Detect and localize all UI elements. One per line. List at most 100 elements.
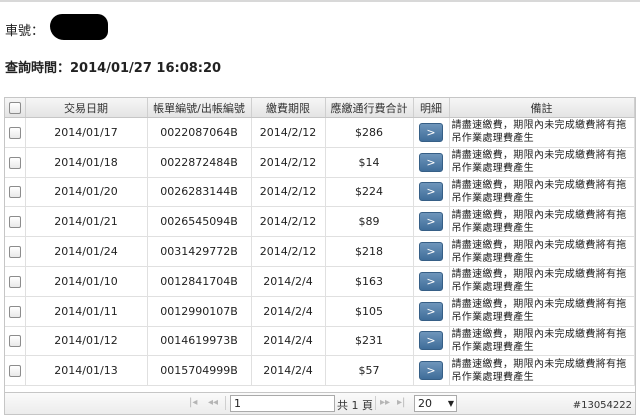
table-row[interactable]: 2014/01/11 0012990107B 2014/2/4 $105 > 請盡速繳費，… bbox=[5, 296, 635, 327]
watermark: #13054222 bbox=[572, 400, 632, 411]
table-row[interactable]: 2014/01/21 0026545094B 2014/2/12 $89 > 請盡速繳費，… bbox=[5, 206, 635, 238]
row-checkbox[interactable] bbox=[8, 216, 21, 229]
table-row[interactable]: 2014/01/24 0031429772B 2014/2/12 $218 > 請盡速繳費… bbox=[5, 236, 635, 267]
amount-cell: $163 bbox=[325, 266, 414, 297]
detail-button[interactable]: > bbox=[419, 331, 443, 351]
query-time-label: 查詢時間： bbox=[5, 61, 71, 76]
detail-button[interactable]: > bbox=[419, 212, 443, 232]
amount-cell: $231 bbox=[325, 326, 414, 357]
amount-cell: $105 bbox=[325, 296, 414, 327]
date-cell: 2014/01/18 bbox=[25, 147, 148, 178]
date-cell: 2014/01/17 bbox=[25, 117, 148, 148]
detail-cell: > bbox=[413, 117, 450, 148]
due-date-cell: 2014/2/12 bbox=[251, 236, 326, 267]
bill-number-cell: 0026545094B bbox=[147, 206, 252, 238]
detail-button[interactable]: > bbox=[419, 361, 443, 381]
date-cell: 2014/01/12 bbox=[25, 326, 148, 357]
detail-button[interactable]: > bbox=[419, 182, 443, 202]
detail-button[interactable]: > bbox=[419, 271, 443, 291]
detail-button[interactable]: > bbox=[419, 242, 443, 262]
due-date-cell: 2014/2/4 bbox=[251, 296, 326, 327]
col-header-bill[interactable]: 帳單編號/出帳編號 bbox=[147, 98, 252, 118]
bill-number-cell: 0012841704B bbox=[147, 266, 252, 297]
detail-cell: > bbox=[413, 326, 450, 357]
detail-button[interactable]: > bbox=[419, 122, 443, 142]
redacted-plate bbox=[50, 14, 108, 40]
amount-cell: $286 bbox=[325, 117, 414, 148]
prev-page-button[interactable]: ◂◂ bbox=[208, 397, 218, 408]
col-header-due[interactable]: 繳費期限 bbox=[251, 98, 326, 118]
row-select-cell[interactable] bbox=[5, 266, 26, 297]
detail-cell: > bbox=[413, 236, 450, 267]
table-row[interactable]: 2014/01/20 0026283144B 2014/2/12 $224 > 請盡速繳費… bbox=[5, 177, 635, 208]
date-cell: 2014/01/10 bbox=[25, 266, 148, 297]
due-date-cell: 2014/2/4 bbox=[251, 266, 326, 297]
first-page-button[interactable]: |◂ bbox=[189, 397, 197, 408]
row-select-cell[interactable] bbox=[5, 355, 26, 387]
amount-cell: $224 bbox=[325, 177, 414, 208]
row-checkbox[interactable] bbox=[8, 186, 21, 199]
last-page-button[interactable]: ▸| bbox=[397, 397, 405, 408]
table-row[interactable]: 2014/01/13 0015704999B 2014/2/4 $57 > 請盡速繳費，期… bbox=[5, 355, 635, 387]
due-date-cell: 2014/2/12 bbox=[251, 117, 326, 148]
bill-grid: 交易日期 帳單編號/出帳編號 繳費期限 應繳通行費合計 明細 備註 2014/0… bbox=[4, 97, 636, 415]
date-cell: 2014/01/13 bbox=[25, 355, 148, 387]
row-checkbox[interactable] bbox=[8, 246, 21, 259]
note-cell: 請盡速繳費，期限內未完成繳費將有拖吊作業處理費產生 bbox=[449, 326, 635, 357]
pager: |◂ ◂◂ 1 共 1 頁 ▸▸ ▸| 20 ▼ bbox=[5, 392, 635, 414]
note-cell: 請盡速繳費，期限內未完成繳費將有拖吊作業處理費產生 bbox=[449, 355, 635, 387]
col-header-amount[interactable]: 應繳通行費合計 bbox=[325, 98, 414, 118]
next-page-button[interactable]: ▸▸ bbox=[380, 397, 390, 408]
col-header-note[interactable]: 備註 bbox=[449, 98, 635, 118]
detail-cell: > bbox=[413, 296, 450, 327]
amount-cell: $218 bbox=[325, 236, 414, 267]
note-cell: 請盡速繳費，期限內未完成繳費將有拖吊作業處理費產生 bbox=[449, 117, 635, 148]
select-all-checkbox[interactable] bbox=[8, 102, 21, 114]
bill-table: 交易日期 帳單編號/出帳編號 繳費期限 應繳通行費合計 明細 備註 2014/0… bbox=[5, 98, 635, 387]
top-divider bbox=[0, 0, 640, 2]
row-checkbox[interactable] bbox=[8, 275, 21, 288]
bill-number-cell: 0022087064B bbox=[147, 117, 252, 148]
page-number-input[interactable]: 1 bbox=[230, 395, 335, 412]
vehicle-number: 車號： bbox=[5, 20, 44, 39]
row-select-cell[interactable] bbox=[5, 296, 26, 327]
table-row[interactable]: 2014/01/10 0012841704B 2014/2/4 $163 > 請盡速繳費，… bbox=[5, 266, 635, 297]
bill-number-cell: 0015704999B bbox=[147, 355, 252, 387]
date-cell: 2014/01/20 bbox=[25, 177, 148, 208]
col-header-detail[interactable]: 明細 bbox=[413, 98, 450, 118]
header-row: 交易日期 帳單編號/出帳編號 繳費期限 應繳通行費合計 明細 備註 bbox=[5, 98, 635, 118]
select-all-header[interactable] bbox=[5, 98, 26, 118]
bill-number-cell: 0012990107B bbox=[147, 296, 252, 327]
detail-button[interactable]: > bbox=[419, 152, 443, 172]
bill-number-cell: 0031429772B bbox=[147, 236, 252, 267]
row-checkbox[interactable] bbox=[8, 156, 21, 169]
row-checkbox[interactable] bbox=[8, 365, 21, 378]
row-checkbox[interactable] bbox=[8, 335, 21, 348]
note-cell: 請盡速繳費，期限內未完成繳費將有拖吊作業處理費產生 bbox=[449, 177, 635, 208]
detail-button[interactable]: > bbox=[419, 301, 443, 321]
due-date-cell: 2014/2/12 bbox=[251, 147, 326, 178]
row-select-cell[interactable] bbox=[5, 326, 26, 357]
caret-down-icon: ▼ bbox=[447, 399, 454, 408]
row-select-cell[interactable] bbox=[5, 147, 26, 178]
row-select-cell[interactable] bbox=[5, 177, 26, 208]
row-checkbox[interactable] bbox=[8, 126, 21, 139]
page-size-select[interactable]: 20 ▼ bbox=[414, 395, 457, 412]
note-cell: 請盡速繳費，期限內未完成繳費將有拖吊作業處理費產生 bbox=[449, 206, 635, 238]
date-cell: 2014/01/11 bbox=[25, 296, 148, 327]
table-row[interactable]: 2014/01/12 0014619973B 2014/2/4 $231 > 請盡速繳費，… bbox=[5, 326, 635, 357]
detail-cell: > bbox=[413, 177, 450, 208]
table-row[interactable]: 2014/01/18 0022872484B 2014/2/12 $14 > 請盡速繳費，… bbox=[5, 147, 635, 178]
table-row[interactable]: 2014/01/17 0022087064B 2014/2/12 $286 > 請盡速繳費… bbox=[5, 117, 635, 148]
pager-divider bbox=[375, 396, 376, 410]
row-select-cell[interactable] bbox=[5, 236, 26, 267]
row-select-cell[interactable] bbox=[5, 117, 26, 148]
row-select-cell[interactable] bbox=[5, 206, 26, 238]
bill-number-cell: 0022872484B bbox=[147, 147, 252, 178]
note-cell: 請盡速繳費，期限內未完成繳費將有拖吊作業處理費產生 bbox=[449, 236, 635, 267]
vehicle-label: 車號： bbox=[5, 24, 45, 39]
note-cell: 請盡速繳費，期限內未完成繳費將有拖吊作業處理費產生 bbox=[449, 266, 635, 297]
row-checkbox[interactable] bbox=[8, 305, 21, 318]
col-header-date[interactable]: 交易日期 bbox=[25, 98, 148, 118]
due-date-cell: 2014/2/4 bbox=[251, 326, 326, 357]
